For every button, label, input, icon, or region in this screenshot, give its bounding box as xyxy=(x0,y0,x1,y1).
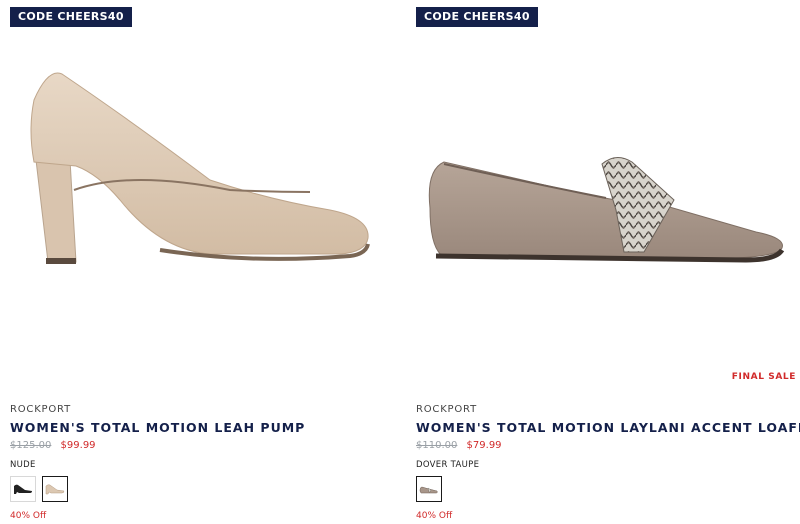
nude-pump-thumbnail-icon xyxy=(45,484,65,495)
price-row: $110.00 $79.99 xyxy=(416,440,502,451)
selected-color-name: NUDE xyxy=(10,460,36,470)
nude-pump-image xyxy=(30,72,370,264)
final-sale-label: FINAL SALE xyxy=(731,372,796,382)
original-price: $110.00 xyxy=(416,440,458,451)
taupe-loafer-thumbnail-icon xyxy=(419,486,438,494)
sale-price: $99.99 xyxy=(60,440,96,451)
taupe-loafer-image xyxy=(428,157,785,263)
black-pump-thumbnail-icon xyxy=(14,484,32,494)
original-price: $125.00 xyxy=(10,440,52,451)
swatch-nude[interactable] xyxy=(42,476,68,502)
color-swatches xyxy=(10,476,68,502)
discount-label: 40% Off xyxy=(416,511,453,521)
product-brand: ROCKPORT xyxy=(416,404,477,415)
product-title-link[interactable]: WOMEN'S TOTAL MOTION LEAH PUMP xyxy=(10,420,305,435)
swatch-dover-taupe[interactable] xyxy=(416,476,442,502)
product-image-leah-pump[interactable] xyxy=(10,40,380,360)
swatch-black[interactable] xyxy=(10,476,36,502)
color-swatches xyxy=(416,476,442,502)
price-row: $125.00 $99.99 xyxy=(10,440,96,451)
product-card-laylani-loafer[interactable]: CODE CHEERS40 FINAL SALE ROCKPORT WOMEN'… xyxy=(416,0,800,524)
product-title-link[interactable]: WOMEN'S TOTAL MOTION LAYLANI ACCENT LOAF… xyxy=(416,420,800,435)
product-card-leah-pump[interactable]: CODE CHEERS40 ROCKPORT WOMEN'S TOTAL MOT… xyxy=(10,0,390,524)
sale-price: $79.99 xyxy=(466,440,502,451)
discount-label: 40% Off xyxy=(10,511,47,521)
promo-code-badge: CODE CHEERS40 xyxy=(416,7,538,27)
product-brand: ROCKPORT xyxy=(10,404,71,415)
selected-color-name: DOVER TAUPE xyxy=(416,460,480,470)
promo-code-badge: CODE CHEERS40 xyxy=(10,7,132,27)
product-image-laylani-loafer[interactable] xyxy=(416,40,786,360)
